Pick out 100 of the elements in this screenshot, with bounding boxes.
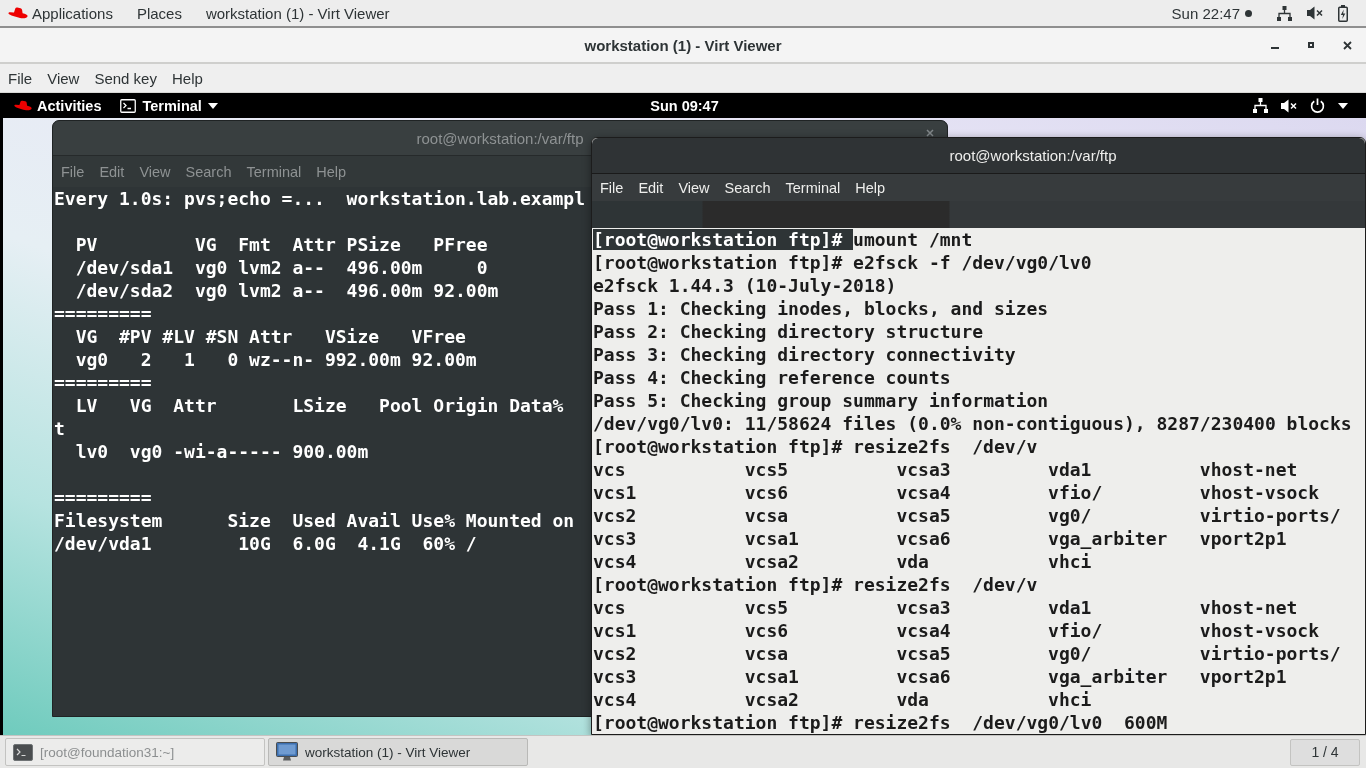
completion-entry: vport2p1 <box>1199 665 1287 688</box>
clock[interactable]: Sun 22:47 <box>1171 4 1240 22</box>
terminal-line: /dev/sda2 vg0 lvm2 a-- 496.00m 92.00m <box>74 280 499 301</box>
workspace-switcher[interactable]: 1 / 4 <box>1290 738 1360 766</box>
completion-entry: vhci <box>1048 550 1092 573</box>
completion-entry: vcs4 <box>593 550 637 573</box>
completion-entry: vcs2 <box>593 504 637 527</box>
completion-entry: vg0/ <box>1048 642 1092 665</box>
menu-item[interactable]: View <box>139 163 171 180</box>
completion-entry: vcsa4 <box>896 619 951 642</box>
menu-item[interactable]: Edit <box>99 163 125 180</box>
monitor-icon <box>276 742 298 762</box>
network-icon[interactable] <box>1277 5 1292 21</box>
notification-dot-icon <box>1245 9 1252 17</box>
terminal-line: /dev/sda1 vg0 lvm2 a-- 496.00m 0 <box>74 257 488 278</box>
close-icon[interactable] <box>1343 40 1352 50</box>
power-icon[interactable] <box>1310 98 1325 113</box>
shell-prompt: [root@workstation ftp]# <box>593 436 844 457</box>
hat-icon <box>8 6 28 20</box>
terminal-line: t <box>54 418 65 439</box>
menu-item[interactable]: View <box>678 179 710 196</box>
completion-entry: vcs <box>593 596 626 619</box>
completion-entry: vhost-vsock <box>1199 619 1320 642</box>
completion-entry: vcs1 <box>593 481 637 504</box>
top-bar-menu[interactable]: Applications <box>32 4 113 22</box>
completion-entry: vcs4 <box>593 688 637 711</box>
window-title: root@workstation:/var/ftp <box>949 147 1117 164</box>
clock[interactable]: Sun 09:47 <box>650 97 719 114</box>
menu-item[interactable]: File <box>600 179 624 196</box>
menu-item[interactable]: View <box>47 69 80 87</box>
completion-entry: vga_arbiter <box>1048 527 1168 550</box>
menu-item[interactable]: Send key <box>94 69 157 87</box>
shell-prompt: [root@workstation ftp]# <box>593 712 844 733</box>
completion-entry: vcs1 <box>593 619 637 642</box>
completion-entry: vcs <box>593 458 626 481</box>
completion-entry: virtio-ports/ <box>1199 642 1341 665</box>
completion-entry: vcsa2 <box>744 550 799 573</box>
menu-item[interactable]: File <box>61 163 85 180</box>
completion-entry: vhost-vsock <box>1199 481 1320 504</box>
volume-muted-icon[interactable] <box>1307 6 1323 20</box>
terminal-line: vg0 2 1 0 wz--n- 992.00m 92.00m <box>74 349 477 370</box>
caret-icon[interactable] <box>1338 102 1348 109</box>
completion-entry: vfio/ <box>1048 481 1103 504</box>
completion-entry: vcsa6 <box>896 665 951 688</box>
terminal-line: Every 1.0s: pvs;echo =... workstation.lab.exampl <box>54 188 585 209</box>
top-bar-menu[interactable]: Places <box>136 4 182 22</box>
battery-icon[interactable] <box>1338 4 1348 22</box>
command-text: resize2fs /dev/vg0/lv0 600M <box>853 712 1168 733</box>
output-line: Pass 2: Checking directory structure <box>593 321 984 342</box>
command-text: e2fsck -f /dev/vg0/lv0 <box>853 252 1092 273</box>
menu-item[interactable]: Search <box>724 179 771 196</box>
completion-entry: vda1 <box>1048 596 1092 619</box>
menu-item[interactable]: Help <box>171 69 203 87</box>
network-icon[interactable] <box>1253 98 1268 113</box>
terminal-line: /dev/vda1 10G 6.0G 4.1G 60% / <box>54 533 477 554</box>
menu-item[interactable]: Terminal <box>246 163 302 180</box>
command-text: resize2fs /dev/v <box>853 574 1038 595</box>
completion-entry: vhost-net <box>1199 596 1298 619</box>
command-text: resize2fs /dev/v <box>853 436 1038 457</box>
terminal-line: VG #PV #LV #SN Attr VSize VFree <box>74 326 466 347</box>
completion-entry: vg0/ <box>1048 504 1092 527</box>
terminal-line: lv0 vg0 -wi-a----- 900.00m <box>74 441 369 462</box>
output-line: /dev/vg0/lv0: 11/58624 files (0.0% non-contiguous), 8287/230400 blocks <box>593 413 1352 434</box>
output-line: Pass 1: Checking inodes, blocks, and sizes <box>593 298 1049 319</box>
completion-entry: vcsa2 <box>744 688 799 711</box>
completion-entry: vcs3 <box>593 527 637 550</box>
terminal-line: ========= <box>54 487 152 508</box>
completion-entry: vcs6 <box>744 619 789 642</box>
volume-muted-icon[interactable] <box>1281 98 1297 113</box>
completion-entry: vfio/ <box>1048 619 1103 642</box>
app-menu[interactable]: Terminal <box>142 97 202 114</box>
completion-entry: vcsa <box>744 504 789 527</box>
completion-entry: vcsa <box>744 642 789 665</box>
top-bar-menu[interactable]: workstation (1) - Virt Viewer <box>205 4 390 22</box>
menu-item[interactable]: Help <box>316 163 347 180</box>
terminal-icon <box>120 98 137 113</box>
menu-item[interactable]: Help <box>855 179 886 196</box>
caret-icon <box>207 102 218 109</box>
output-line: Pass 5: Checking group summary information <box>593 390 1049 411</box>
menu-item[interactable]: Search <box>185 163 232 180</box>
completion-entry: vcs3 <box>593 665 637 688</box>
completion-entry: vcsa4 <box>896 481 951 504</box>
completion-entry: vda <box>896 550 929 573</box>
completion-entry: vga_arbiter <box>1048 665 1168 688</box>
terminal-line: PV VG Fmt Attr PSize PFree <box>74 234 488 255</box>
completion-entry: vcsa3 <box>896 596 951 619</box>
terminal-line: ========= <box>54 372 152 393</box>
completion-entry: vhci <box>1048 688 1092 711</box>
taskbar-button[interactable]: workstation (1) - Virt Viewer <box>268 738 528 766</box>
window-title: workstation (1) - Virt Viewer <box>584 36 782 54</box>
completion-entry: vport2p1 <box>1199 527 1287 550</box>
completion-entry: vcsa5 <box>896 642 951 665</box>
shell-prompt: [root@workstation ftp]# <box>593 574 844 595</box>
maximize-icon[interactable] <box>1308 42 1314 48</box>
menu-item[interactable]: Terminal <box>785 179 841 196</box>
menu-item[interactable]: File <box>8 69 33 87</box>
activities-button[interactable]: Activities <box>37 97 102 114</box>
menu-item[interactable]: Edit <box>638 179 664 196</box>
completion-entry: vhost-net <box>1199 458 1298 481</box>
completion-entry: vcsa1 <box>744 665 799 688</box>
